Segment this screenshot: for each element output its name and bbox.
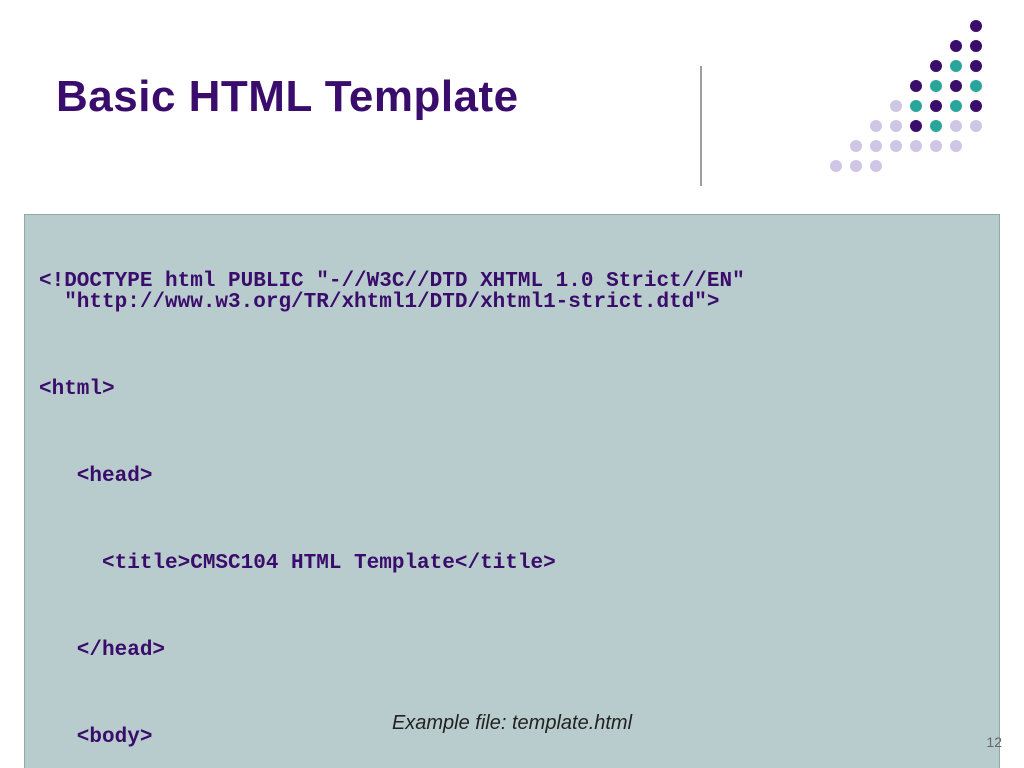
decorative-dots [830, 20, 1000, 160]
code-line-title: <title>CMSC104 HTML Template</title> [39, 553, 985, 574]
dot-icon [910, 120, 922, 132]
dot-icon [930, 80, 942, 92]
dot-icon [930, 60, 942, 72]
code-block: <!DOCTYPE html PUBLIC "-//W3C//DTD XHTML… [39, 229, 985, 768]
caption: Example file: template.html [0, 712, 1024, 735]
slide: Basic HTML Template <!DOCTYPE html PUBLI… [0, 0, 1024, 768]
dot-icon [970, 100, 982, 112]
dot-icon [850, 160, 862, 172]
dot-icon [950, 40, 962, 52]
code-line-doctype: <!DOCTYPE html PUBLIC "-//W3C//DTD XHTML… [39, 271, 985, 313]
dot-icon [890, 140, 902, 152]
dot-icon [950, 100, 962, 112]
dot-icon [950, 120, 962, 132]
dot-icon [890, 120, 902, 132]
dot-icon [930, 100, 942, 112]
code-box: <!DOCTYPE html PUBLIC "-//W3C//DTD XHTML… [24, 214, 1000, 768]
dot-icon [870, 120, 882, 132]
code-line-close-head: </head> [39, 640, 985, 661]
dot-icon [970, 20, 982, 32]
dot-icon [830, 160, 842, 172]
code-line-open-html: <html> [39, 379, 985, 400]
dot-icon [950, 140, 962, 152]
dot-icon [890, 100, 902, 112]
code-line-open-head: <head> [39, 466, 985, 487]
dot-icon [870, 160, 882, 172]
dot-icon [910, 80, 922, 92]
title-area: Basic HTML Template [56, 72, 864, 152]
dot-icon [930, 120, 942, 132]
dot-icon [910, 100, 922, 112]
dot-icon [970, 80, 982, 92]
title-divider [700, 66, 702, 186]
dot-icon [870, 140, 882, 152]
dot-icon [950, 80, 962, 92]
dot-icon [950, 60, 962, 72]
dot-icon [970, 60, 982, 72]
dot-icon [970, 40, 982, 52]
dot-icon [930, 140, 942, 152]
slide-title: Basic HTML Template [56, 72, 864, 122]
dot-icon [850, 140, 862, 152]
dot-icon [970, 120, 982, 132]
page-number: 12 [986, 734, 1002, 750]
dot-icon [910, 140, 922, 152]
